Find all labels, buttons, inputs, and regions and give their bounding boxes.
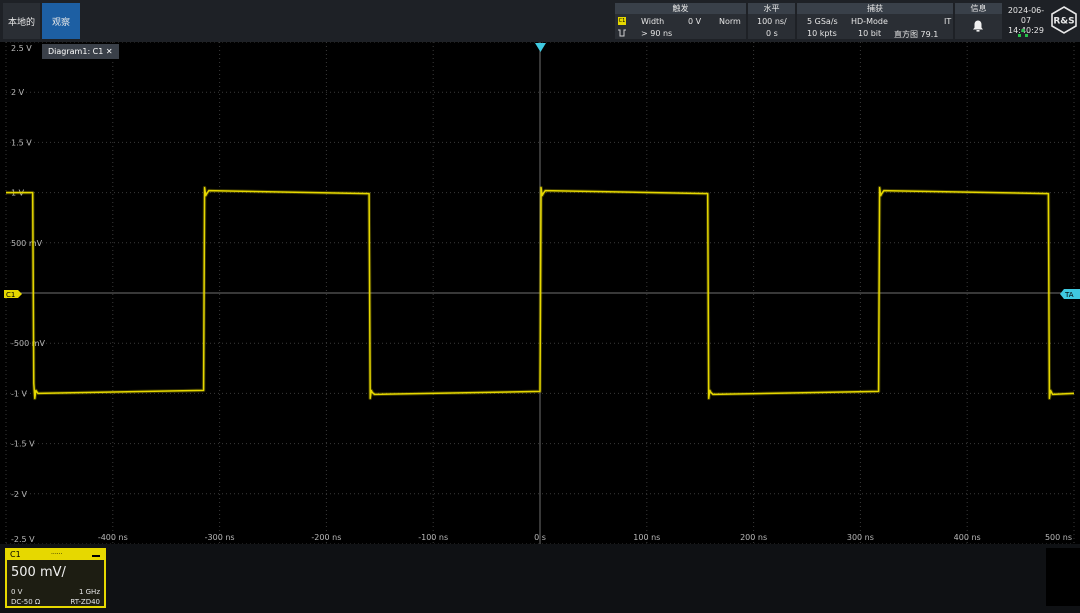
x-tick-label: 100 ns — [633, 533, 660, 542]
trigger-level-marker[interactable]: TA — [1060, 289, 1080, 299]
x-tick-label: 200 ns — [740, 533, 767, 542]
x-tick-label: 500 ns — [1045, 533, 1072, 542]
channel-coupling: DC-50 Ω — [11, 598, 41, 606]
info-title: 信息 — [955, 3, 1002, 14]
acquisition-title: 捕获 — [797, 3, 953, 14]
y-tick-label: 500 mV — [11, 239, 43, 248]
horizontal-scale: 100 ns/ — [757, 17, 787, 26]
channel-offset: 0 V — [11, 588, 23, 596]
y-tick-label: 2.5 V — [11, 44, 32, 53]
y-tick-label: 2 V — [11, 88, 25, 97]
tab-view[interactable]: 观察 — [42, 3, 80, 39]
trigger-level: 0 V — [688, 17, 702, 26]
date-text: 2024-06-07 — [1007, 6, 1045, 25]
x-tick-label: -100 ns — [418, 533, 448, 542]
channel-vertical-scale: 500 mV/ — [11, 565, 66, 580]
trigger-mode: Norm — [719, 17, 741, 26]
x-tick-label: -200 ns — [311, 533, 341, 542]
channel-bandwidth: 1 GHz — [78, 588, 100, 596]
trigger-width-icon — [618, 29, 626, 37]
y-tick-label: -1 V — [11, 389, 28, 398]
network-icon — [1018, 29, 1028, 37]
tab-local[interactable]: 本地的 — [3, 3, 40, 39]
sample-rate: 5 GSa/s — [807, 17, 838, 26]
y-tick-label: -2.5 V — [11, 535, 35, 544]
rs-logo: R&S — [1051, 6, 1077, 34]
channel-probe: RT-ZD40 — [70, 598, 100, 606]
trigger-type: Width — [641, 17, 665, 26]
bottom-bar — [0, 544, 1080, 613]
horizontal-panel[interactable]: 水平 100 ns/ 0 s — [748, 3, 795, 39]
x-tick-label: -300 ns — [205, 533, 235, 542]
y-tick-label: -1.5 V — [11, 440, 35, 449]
x-tick-label: 0 s — [534, 533, 546, 542]
diagram-tab[interactable]: Diagram1: C1 ✕ — [42, 44, 119, 59]
bell-icon[interactable] — [971, 19, 985, 33]
trigger-level-label: TA — [1064, 291, 1074, 299]
y-tick-label: -2 V — [11, 490, 28, 499]
x-tick-label: 300 ns — [847, 533, 874, 542]
x-tick-label: 400 ns — [954, 533, 981, 542]
bit-depth: 10 bit — [858, 29, 882, 38]
y-tick-label: 1.5 V — [11, 138, 32, 147]
record-length: 10 kpts — [807, 29, 837, 38]
acquisition-panel[interactable]: 捕获 5 GSa/s HD-Mode IT 10 kpts 10 bit 直方图… — [797, 3, 953, 39]
channel-card-grip: ...... — [51, 549, 63, 556]
minimize-icon[interactable] — [92, 555, 100, 557]
y-tick-label: -500 mV — [11, 339, 45, 348]
bottom-right-panel — [1046, 548, 1080, 606]
histogram-value: 直方图 79.1 — [894, 30, 939, 39]
horizontal-position: 0 s — [766, 29, 778, 38]
logo-text: R&S — [1053, 17, 1074, 27]
trigger-channel-badge: C1 — [618, 17, 626, 25]
trigger-condition: > 90 ns — [641, 29, 673, 38]
horizontal-title: 水平 — [748, 3, 795, 14]
channel-offset-label: C1 — [6, 291, 15, 299]
trigger-panel[interactable]: 触发 C1 Width 0 V Norm > 90 ns — [615, 3, 746, 39]
waveform-diagram[interactable]: 2.5 V2 V1.5 V1 V500 mVV-500 mV-1 V-1.5 V… — [0, 42, 1080, 544]
channel-card-c1[interactable]: C1 ...... 500 mV/ 0 V 1 GHz DC-50 Ω RT-Z… — [5, 548, 106, 608]
x-tick-label: -400 ns — [98, 533, 128, 542]
info-panel[interactable]: 信息 — [955, 3, 1002, 39]
trigger-title: 触发 — [615, 3, 746, 14]
acquisition-flag: IT — [944, 17, 952, 26]
acquisition-mode: HD-Mode — [851, 17, 888, 26]
